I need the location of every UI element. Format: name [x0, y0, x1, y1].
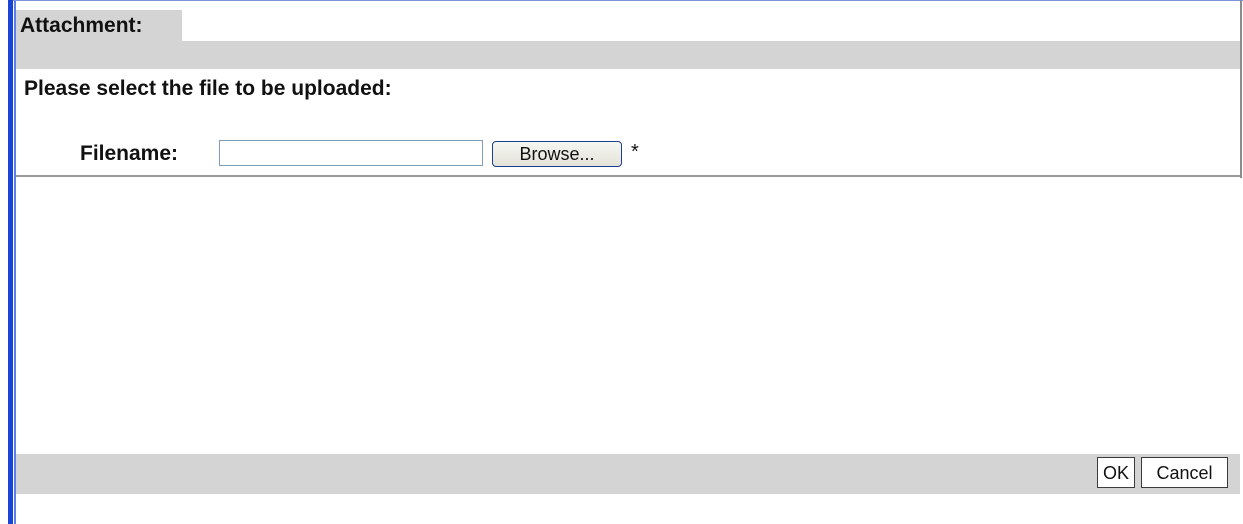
browse-button[interactable]: Browse...: [492, 141, 622, 167]
cancel-button[interactable]: Cancel: [1141, 457, 1228, 488]
upload-prompt: Please select the file to be uploaded:: [24, 77, 392, 100]
dialog-title: Attachment:: [20, 14, 143, 37]
filename-label: Filename:: [80, 142, 179, 165]
window-right-border: [1240, 0, 1242, 178]
ok-button[interactable]: OK: [1097, 457, 1135, 488]
filename-input[interactable]: [219, 140, 483, 166]
window-left-accent-bar: [8, 0, 13, 524]
window-top-border: [13, 0, 1243, 1]
required-marker: *: [631, 141, 639, 163]
dialog-header-bar: [16, 41, 1240, 69]
dialog-footer-bar: [16, 454, 1240, 494]
